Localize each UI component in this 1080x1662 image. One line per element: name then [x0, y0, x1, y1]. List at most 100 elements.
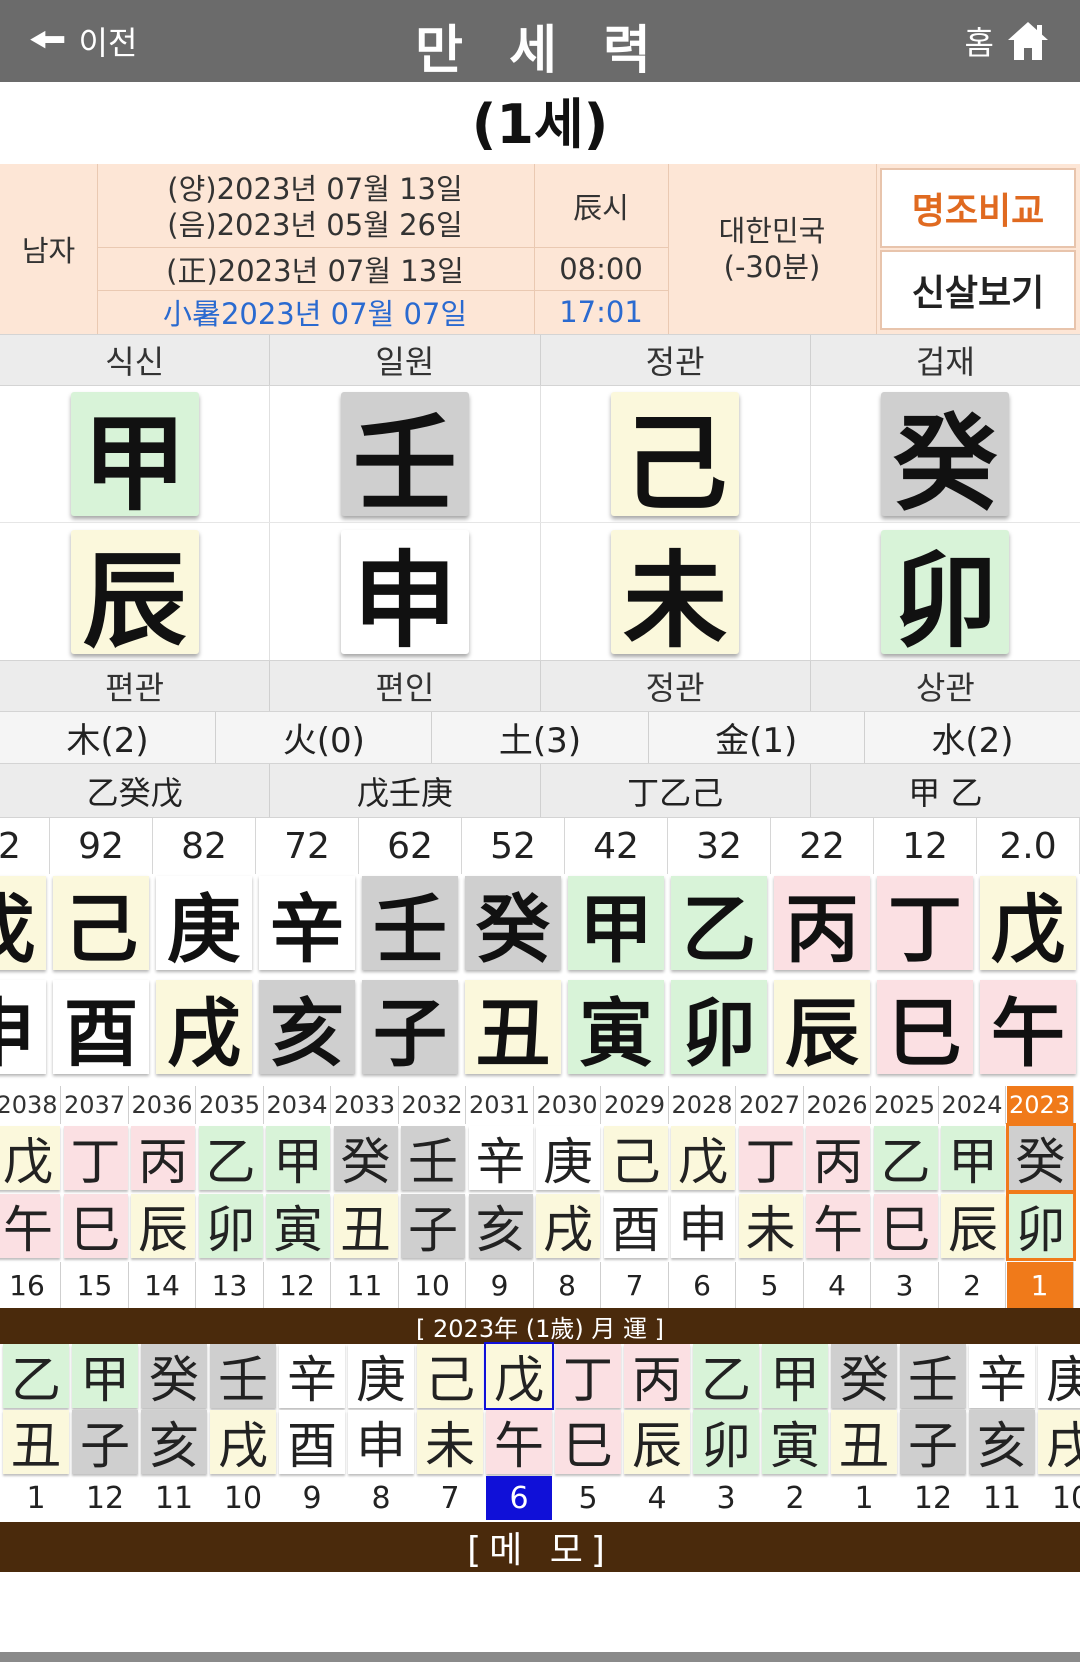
pillar-stem-tile[interactable]: 甲: [70, 392, 199, 525]
month-luck-branch-tile[interactable]: 丑: [3, 1410, 69, 1475]
year-luck-stem-tile[interactable]: 癸: [333, 1126, 398, 1191]
month-luck-number[interactable]: 11: [141, 1476, 207, 1520]
year-luck-age[interactable]: 2: [939, 1262, 1006, 1308]
home-button[interactable]: 홈: [965, 14, 1050, 68]
year-luck-year[interactable]: 2024: [939, 1086, 1006, 1124]
year-luck-branch-tile[interactable]: 未: [738, 1194, 803, 1259]
year-luck-stem-tile[interactable]: 丙: [806, 1126, 870, 1191]
big-luck-branch-tile[interactable]: 卯: [671, 980, 767, 1077]
big-luck-stem-tile[interactable]: 庚: [156, 876, 252, 973]
year-luck-age[interactable]: 4: [804, 1262, 871, 1308]
month-luck-branch-tile[interactable]: 卯: [693, 1410, 759, 1475]
month-luck-branch-tile[interactable]: 子: [900, 1410, 966, 1475]
month-luck-branch-tile[interactable]: 酉: [279, 1410, 345, 1475]
month-luck-branch-tile[interactable]: 寅: [762, 1410, 828, 1475]
year-luck-year[interactable]: 2034: [264, 1086, 331, 1124]
big-luck-stem-tile[interactable]: 戊: [980, 876, 1076, 973]
month-luck-number[interactable]: 8: [348, 1476, 414, 1520]
year-luck-stem-tile[interactable]: 丙: [131, 1126, 195, 1191]
month-luck-branch-tile[interactable]: 辰: [624, 1410, 690, 1475]
month-luck-stem-tile[interactable]: 甲: [762, 1344, 828, 1409]
year-luck-branch-tile[interactable]: 巳: [63, 1194, 128, 1259]
month-luck-branch-tile[interactable]: 申: [348, 1410, 414, 1475]
month-luck-stem-tile[interactable]: 壬: [900, 1344, 966, 1409]
month-luck-number[interactable]: 6: [486, 1476, 552, 1520]
year-luck-stem-tile[interactable]: 乙: [873, 1126, 938, 1191]
year-luck-stem-tile[interactable]: 戊: [671, 1126, 735, 1191]
big-luck-branch-tile[interactable]: 丑: [465, 980, 561, 1077]
year-luck-age[interactable]: 10: [399, 1262, 466, 1308]
month-luck-stem-tile[interactable]: 戊: [484, 1342, 554, 1410]
year-luck-year[interactable]: 2032: [399, 1086, 466, 1124]
month-luck-stem-tile[interactable]: 癸: [831, 1344, 897, 1409]
year-luck-year[interactable]: 2025: [872, 1086, 939, 1124]
big-luck-stem-tile[interactable]: 癸: [465, 876, 561, 973]
month-luck-stem-tile[interactable]: 辛: [969, 1344, 1035, 1409]
month-luck-number[interactable]: 12: [72, 1476, 138, 1520]
year-luck-branch-tile[interactable]: 午: [806, 1194, 870, 1259]
year-luck-stem-tile[interactable]: 己: [603, 1126, 668, 1191]
big-luck-branch-tile[interactable]: 亥: [259, 980, 355, 1077]
month-luck-number[interactable]: 10: [1038, 1476, 1080, 1520]
month-luck-branch-tile[interactable]: 午: [486, 1410, 552, 1475]
year-luck-stem-tile[interactable]: 丁: [63, 1126, 128, 1191]
month-luck-number[interactable]: 11: [969, 1476, 1035, 1520]
month-luck-number[interactable]: 1: [3, 1476, 69, 1520]
year-luck-age[interactable]: 15: [62, 1262, 129, 1308]
month-luck-branch-tile[interactable]: 戌: [1038, 1410, 1080, 1475]
year-luck-year[interactable]: 2026: [804, 1086, 871, 1124]
month-luck-number[interactable]: 12: [900, 1476, 966, 1520]
year-luck-stem-tile[interactable]: 戊: [0, 1126, 60, 1191]
big-luck-branch-tile[interactable]: 戌: [156, 980, 252, 1077]
month-luck-number[interactable]: 5: [555, 1476, 621, 1520]
year-luck-age[interactable]: 13: [197, 1262, 264, 1308]
year-luck-year[interactable]: 2028: [669, 1086, 736, 1124]
month-luck-stem-tile[interactable]: 乙: [3, 1344, 69, 1409]
year-luck-branch-tile[interactable]: 辰: [941, 1194, 1005, 1259]
month-luck-number[interactable]: 7: [417, 1476, 483, 1520]
year-luck-age[interactable]: 11: [332, 1262, 399, 1308]
big-luck-stem-tile[interactable]: 丁: [877, 876, 973, 973]
month-luck-stem-tile[interactable]: 壬: [210, 1344, 276, 1409]
month-luck-stem-tile[interactable]: 庚: [1038, 1344, 1080, 1409]
year-luck-age[interactable]: 8: [534, 1262, 601, 1308]
big-luck-stem-tile[interactable]: 壬: [362, 876, 458, 973]
year-luck-year[interactable]: 2033: [332, 1086, 399, 1124]
month-luck-stem-tile[interactable]: 庚: [348, 1344, 414, 1409]
pillar-stem-tile[interactable]: 癸: [881, 392, 1010, 525]
pillar-branch-tile[interactable]: 申: [340, 529, 469, 662]
year-luck-age[interactable]: 3: [872, 1262, 939, 1308]
month-luck-number[interactable]: 3: [693, 1476, 759, 1520]
year-luck-stem-tile[interactable]: 辛: [468, 1126, 533, 1191]
month-luck-branch-tile[interactable]: 戌: [210, 1410, 276, 1475]
year-luck-age[interactable]: 5: [737, 1262, 804, 1308]
year-luck-branch-tile[interactable]: 戌: [536, 1194, 600, 1259]
big-luck-stem-tile[interactable]: 己: [53, 876, 149, 973]
year-luck-year[interactable]: 2023: [1006, 1086, 1074, 1124]
big-luck-branch-tile[interactable]: 申: [0, 980, 46, 1077]
year-luck-branch-tile[interactable]: 子: [401, 1194, 465, 1259]
month-luck-branch-tile[interactable]: 丑: [831, 1410, 897, 1475]
big-luck-stem-tile[interactable]: 乙: [671, 876, 767, 973]
compare-button[interactable]: 명조비교: [880, 168, 1076, 248]
month-luck-number[interactable]: 9: [279, 1476, 345, 1520]
year-luck-branch-tile[interactable]: 酉: [603, 1194, 668, 1259]
year-luck-year[interactable]: 2029: [602, 1086, 669, 1124]
year-luck-branch-tile[interactable]: 巳: [873, 1194, 938, 1259]
year-luck-year[interactable]: 2036: [129, 1086, 196, 1124]
month-luck-branch-tile[interactable]: 未: [417, 1410, 483, 1475]
big-luck-stem-tile[interactable]: 甲: [568, 876, 664, 973]
big-luck-branch-tile[interactable]: 午: [980, 980, 1076, 1077]
year-luck-age[interactable]: 12: [264, 1262, 331, 1308]
year-luck-year[interactable]: 2030: [534, 1086, 601, 1124]
year-luck-year[interactable]: 2031: [467, 1086, 534, 1124]
big-luck-stem-tile[interactable]: 戊: [0, 876, 46, 973]
pillar-stem-tile[interactable]: 己: [611, 392, 740, 525]
year-luck-age[interactable]: 1: [1006, 1262, 1074, 1308]
pillar-branch-tile[interactable]: 未: [611, 529, 740, 662]
year-luck-branch-tile[interactable]: 辰: [131, 1194, 195, 1259]
year-luck-branch-tile[interactable]: 丑: [333, 1194, 398, 1259]
pillar-stem-tile[interactable]: 壬: [340, 392, 469, 525]
big-luck-branch-tile[interactable]: 巳: [877, 980, 973, 1077]
year-luck-stem-tile[interactable]: 庚: [536, 1126, 600, 1191]
